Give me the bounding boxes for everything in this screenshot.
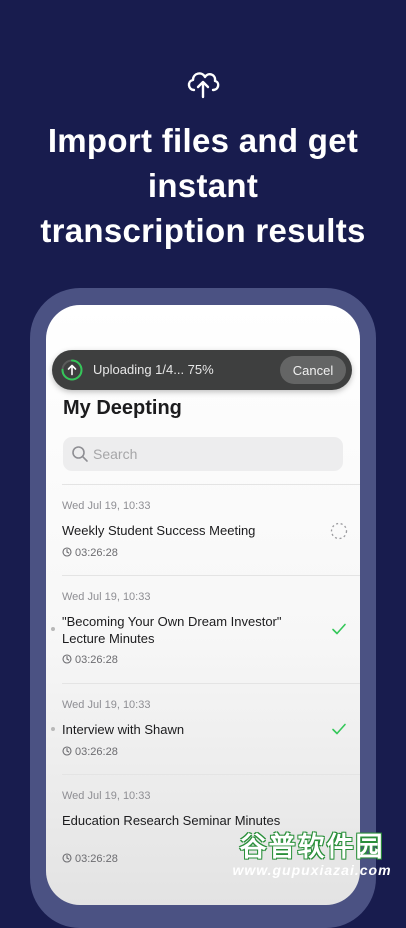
recording-list: Wed Jul 19, 10:33 Weekly Student Success… [46, 484, 360, 882]
upload-status: Uploading 1/4... 75% [93, 362, 214, 377]
checkmark-icon [332, 723, 346, 735]
item-date: Wed Jul 19, 10:33 [62, 500, 151, 512]
processing-spinner-icon [330, 522, 348, 540]
item-duration: 03:26:28 [62, 547, 118, 559]
cloud-upload-icon [187, 72, 220, 99]
clock-icon [62, 746, 72, 756]
item-title: Weekly Student Success Meeting [62, 523, 256, 538]
watermark-brand: 谷普软件园 [239, 832, 385, 862]
item-duration-text: 03:26:28 [75, 853, 118, 865]
watermark-url: www.gupuxiazai.com [232, 862, 392, 878]
item-duration-text: 03:26:28 [75, 547, 118, 559]
checkmark-icon [332, 623, 346, 635]
clock-icon [62, 853, 72, 863]
list-item[interactable]: Wed Jul 19, 10:33 "Becoming Your Own Dre… [51, 575, 360, 683]
item-duration: 03:26:28 [62, 746, 118, 758]
watermark: 谷普软件园 www.gupuxiazai.com [222, 825, 402, 881]
hero-title-line: Import files and get [47, 122, 359, 159]
clock-icon [62, 547, 72, 557]
hero-title-line: transcription results [40, 212, 366, 249]
item-duration-text: 03:26:28 [75, 746, 118, 758]
list-item[interactable]: Wed Jul 19, 10:33 Interview with Shawn 0… [51, 683, 360, 774]
item-duration: 03:26:28 [62, 654, 118, 666]
hero-title: Import files and get instant transcripti… [0, 118, 406, 253]
upload-progress-icon [61, 359, 83, 381]
phone-screen: Uploading 1/4... 75% Cancel My Deepting … [46, 305, 360, 905]
item-title: Interview with Shawn [62, 722, 185, 737]
item-duration-text: 03:26:28 [75, 654, 118, 666]
unread-dot [51, 727, 55, 731]
search-input[interactable] [93, 437, 333, 471]
item-date: Wed Jul 19, 10:33 [62, 699, 151, 711]
item-title: "Becoming Your Own Dream Investor" Lectu… [62, 614, 282, 646]
clock-icon [62, 654, 72, 664]
upload-toast: Uploading 1/4... 75% Cancel [52, 350, 352, 390]
page-title: My Deepting [63, 397, 182, 419]
search-bar[interactable] [63, 437, 343, 471]
cancel-button[interactable]: Cancel [280, 356, 346, 384]
item-duration: 03:26:28 [62, 853, 118, 865]
search-icon [72, 446, 88, 462]
unread-dot [51, 627, 55, 631]
item-date: Wed Jul 19, 10:33 [62, 591, 151, 603]
hero-title-line: instant [147, 167, 259, 204]
list-item[interactable]: Wed Jul 19, 10:33 Weekly Student Success… [62, 484, 360, 575]
item-date: Wed Jul 19, 10:33 [62, 790, 151, 802]
